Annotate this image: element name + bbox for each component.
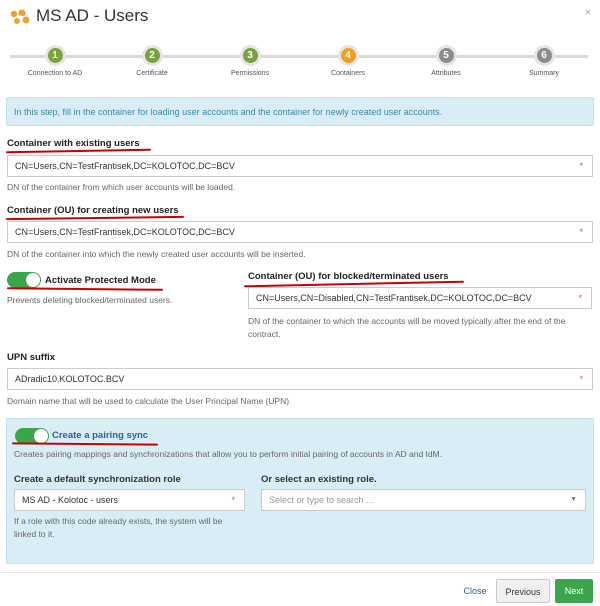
required-marker: * [579,374,583,384]
existing-role-placeholder: Select or type to search ... [269,495,374,505]
new-users-label: Container (OU) for creating new users [7,205,179,216]
step-attributes[interactable]: 5 Attributes [398,45,494,77]
blocked-users-help: DN of the container to which the account… [248,316,566,339]
step-label: Summary [529,70,559,77]
annotation-underline [5,148,152,154]
step-label: Permissions [230,70,270,77]
blocked-users-label: Container (OU) for blocked/terminated us… [248,271,449,282]
annotation-underline [6,287,164,291]
chevron-down-icon: ▼ [570,496,577,503]
protected-mode-help: Prevents deleting blocked/terminated use… [7,295,173,305]
close-icon[interactable]: × [585,7,591,19]
existing-role-select[interactable]: Select or type to search ... ▼ [261,489,586,511]
step-connection[interactable]: 1 Connection to AD [7,45,103,77]
step-label: Certificate [136,70,168,77]
annotation-underline [11,442,159,446]
required-marker: * [231,495,235,505]
step-label: Connection to AD [27,70,83,77]
toggle-knob [26,273,40,287]
required-marker: * [579,227,583,237]
step-number: 5 [435,45,457,66]
close-button[interactable]: Close [456,579,494,603]
required-marker: * [579,161,583,171]
footer-divider [0,572,600,573]
new-users-help: DN of the container into which the newly… [7,249,306,259]
upn-suffix-input[interactable]: ADradic10.KOLOTOC.BCV * [7,368,593,390]
upn-suffix-help: Domain name that will be used to calcula… [7,396,290,406]
upn-suffix-value: ADradic10.KOLOTOC.BCV [15,374,125,384]
step-label: Attributes [431,70,461,77]
blocked-users-value: CN=Users,CN=Disabled,CN=TestFrantisek,DC… [256,293,532,303]
toggle-knob [34,429,48,443]
new-users-value: CN=Users,CN=TestFrantisek,DC=KOLOTOC,DC=… [15,227,235,237]
required-marker: * [578,293,582,303]
existing-role-label: Or select an existing role. [261,474,377,485]
step-permissions[interactable]: 3 Permissions [202,45,298,77]
page-title: MS AD - Users [36,6,149,25]
wizard-stepper: 1 Connection to AD 2 Certificate 3 Permi… [0,40,600,84]
step-number: 4 [337,45,359,66]
step-certificate[interactable]: 2 Certificate [104,45,200,77]
step-containers[interactable]: 4 Containers [300,45,396,77]
existing-users-help: DN of the container from which user acco… [7,182,236,192]
blocked-users-input[interactable]: CN=Users,CN=Disabled,CN=TestFrantisek,DC… [248,287,592,309]
pairing-sync-label[interactable]: Create a pairing sync [52,430,148,441]
existing-users-label: Container with existing users [7,138,140,149]
step-number: 1 [44,45,66,66]
default-role-value: MS AD - Kolotoc - users [22,495,119,505]
app-logo-icon [10,9,30,24]
protected-mode-label: Activate Protected Mode [45,275,156,286]
step-summary[interactable]: 6 Summary [496,45,592,77]
step-number: 6 [533,45,555,66]
pairing-sync-help: Creates pairing mappings and synchroniza… [14,449,443,459]
step-number: 3 [239,45,261,66]
default-role-label: Create a default synchronization role [14,474,181,485]
modal-header: MS AD - Users × [0,0,600,34]
default-role-help: If a role with this code already exists,… [14,516,223,539]
existing-users-value: CN=Users,CN=TestFrantisek,DC=KOLOTOC,DC=… [15,161,235,171]
next-button[interactable]: Next [555,579,593,603]
previous-button[interactable]: Previous [496,579,550,603]
info-alert: In this step, fill in the container for … [6,97,594,126]
step-number: 2 [141,45,163,66]
existing-users-input[interactable]: CN=Users,CN=TestFrantisek,DC=KOLOTOC,DC=… [7,155,593,177]
protected-mode-toggle[interactable] [7,272,41,288]
annotation-underline [5,215,185,221]
step-label: Containers [331,70,365,77]
upn-suffix-label: UPN suffix [7,352,56,363]
new-users-input[interactable]: CN=Users,CN=TestFrantisek,DC=KOLOTOC,DC=… [7,221,593,243]
default-role-input[interactable]: MS AD - Kolotoc - users * [14,489,245,511]
pairing-sync-panel: Create a pairing sync Creates pairing ma… [6,418,594,564]
